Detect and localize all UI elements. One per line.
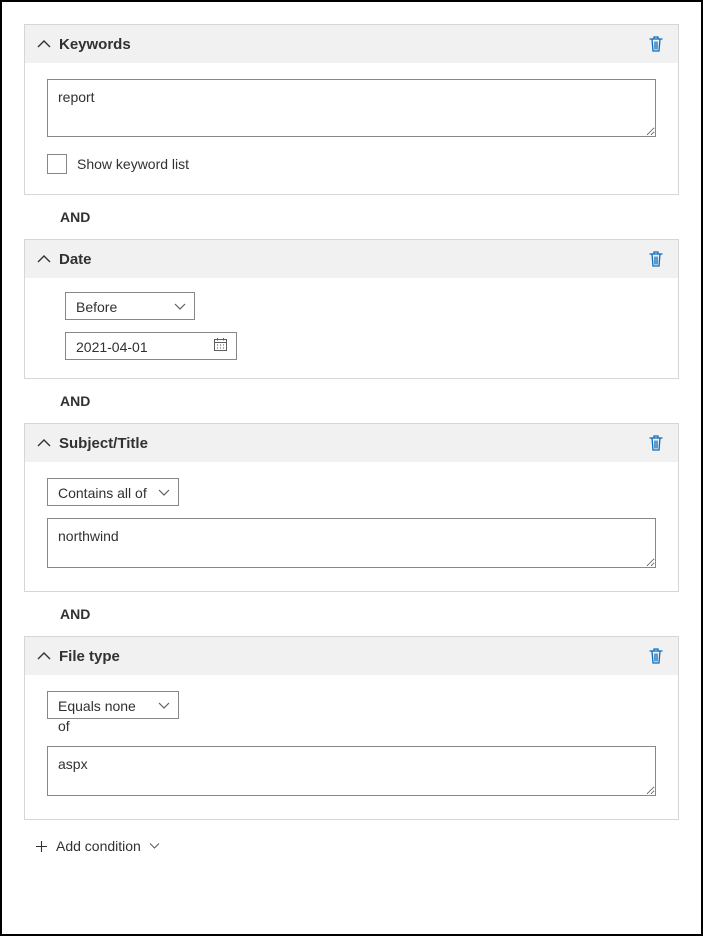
date-value: 2021-04-01 — [66, 333, 178, 361]
show-keyword-list-label: Show keyword list — [77, 156, 189, 172]
show-keyword-list-row: Show keyword list — [47, 154, 656, 174]
trash-icon[interactable] — [648, 35, 666, 53]
condition-card-subject: Subject/Title Contains all of — [24, 423, 679, 592]
add-condition-button[interactable]: Add condition — [24, 820, 679, 858]
chevron-up-icon[interactable] — [37, 37, 51, 51]
show-keyword-list-checkbox[interactable] — [47, 154, 67, 174]
operator-label: AND — [24, 379, 679, 423]
trash-icon[interactable] — [648, 250, 666, 268]
condition-card-date: Date Before 2021-04-01 — [24, 239, 679, 379]
condition-title: Keywords — [59, 36, 648, 53]
trash-icon[interactable] — [648, 434, 666, 452]
date-operator-select[interactable]: Before — [65, 292, 195, 320]
filetype-input[interactable] — [47, 746, 656, 796]
condition-card-filetype: File type Equals none of — [24, 636, 679, 820]
condition-title: Date — [59, 251, 648, 268]
subject-operator-select[interactable]: Contains all of — [47, 478, 179, 506]
add-condition-label: Add condition — [56, 838, 141, 854]
filetype-operator-select[interactable]: Equals none of — [47, 691, 179, 719]
chevron-up-icon[interactable] — [37, 252, 51, 266]
condition-card-keywords: Keywords Show keyword list — [24, 24, 679, 195]
calendar-icon — [213, 337, 228, 355]
condition-body: Show keyword list — [25, 63, 678, 194]
condition-title: File type — [59, 648, 648, 665]
trash-icon[interactable] — [648, 647, 666, 665]
chevron-down-icon — [174, 298, 186, 314]
plus-icon — [34, 839, 48, 853]
select-label: Before — [66, 293, 147, 321]
condition-header: Date — [25, 240, 678, 278]
condition-body: Before 2021-04-01 — [25, 278, 678, 378]
condition-body: Equals none of — [25, 675, 678, 819]
chevron-up-icon[interactable] — [37, 436, 51, 450]
keywords-input[interactable] — [47, 79, 656, 137]
chevron-down-icon — [149, 842, 160, 850]
date-picker[interactable]: 2021-04-01 — [65, 332, 237, 360]
subject-input[interactable] — [47, 518, 656, 568]
operator-label: AND — [24, 195, 679, 239]
condition-title: Subject/Title — [59, 435, 648, 452]
select-label: Equals none of — [48, 692, 178, 740]
chevron-up-icon[interactable] — [37, 649, 51, 663]
condition-header: File type — [25, 637, 678, 675]
operator-label: AND — [24, 592, 679, 636]
condition-header: Keywords — [25, 25, 678, 63]
condition-header: Subject/Title — [25, 424, 678, 462]
condition-body: Contains all of — [25, 462, 678, 591]
select-label: Contains all of — [48, 479, 177, 507]
